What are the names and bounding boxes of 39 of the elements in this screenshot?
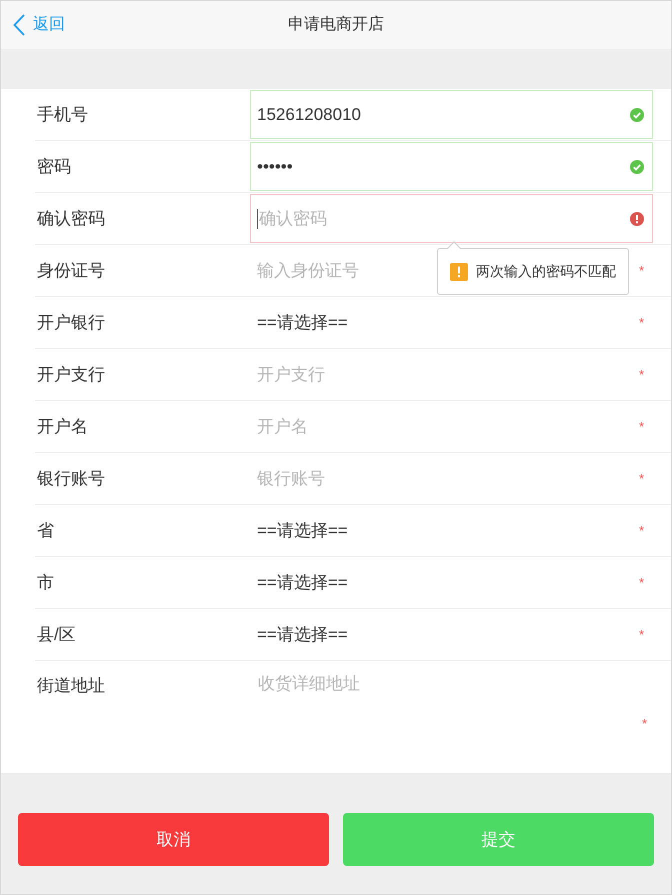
select-field[interactable]: ==请选择== *	[250, 298, 653, 347]
field-label: 县/区	[36, 624, 77, 646]
input-field[interactable]: 开户名 *	[250, 402, 653, 451]
select-field[interactable]: ==请选择== *	[250, 610, 653, 659]
field-label: 开户名	[36, 416, 89, 438]
field-label: 省	[36, 520, 55, 542]
field-label: 市	[36, 572, 55, 594]
select-field[interactable]: ==请选择== *	[250, 558, 653, 607]
address-textarea[interactable]: 收货详细地址 *	[250, 661, 653, 773]
field-label: 开户银行	[36, 312, 106, 334]
field-label: 开户支行	[36, 364, 106, 386]
field-label: 确认密码	[36, 208, 106, 230]
required-mark: *	[638, 626, 644, 644]
required-mark: *	[638, 418, 644, 436]
input-field[interactable]: 15261208010	[250, 90, 653, 139]
chevron-left-icon	[13, 14, 25, 36]
required-mark: *	[638, 314, 644, 332]
page-title: 申请电商开店	[288, 14, 384, 35]
warning-icon	[450, 262, 468, 280]
input-field[interactable]: 银行账号 *	[250, 454, 653, 503]
required-mark: *	[638, 522, 644, 540]
field-label: 密码	[36, 156, 72, 178]
cancel-button[interactable]: 取消	[18, 813, 329, 866]
select-field[interactable]: ==请选择== *	[250, 506, 653, 555]
field-label: 手机号	[36, 104, 89, 126]
required-mark: *	[638, 470, 644, 488]
back-button[interactable]: 返回	[1, 13, 65, 37]
field-label: 身份证号	[36, 260, 106, 282]
input-field[interactable]: 开户支行 *	[250, 350, 653, 399]
input-field[interactable]: ••••••	[250, 142, 653, 191]
required-mark: *	[642, 716, 647, 731]
field-label: 银行账号	[36, 468, 106, 490]
required-mark: *	[638, 366, 644, 384]
required-mark: *	[638, 574, 644, 592]
input-field[interactable]: 确认密码	[250, 194, 653, 243]
tooltip-text: 两次输入的密码不匹配	[476, 262, 616, 281]
submit-button[interactable]: 提交	[343, 813, 654, 866]
required-mark: *	[638, 262, 644, 280]
field-label: 街道地址	[36, 675, 106, 697]
